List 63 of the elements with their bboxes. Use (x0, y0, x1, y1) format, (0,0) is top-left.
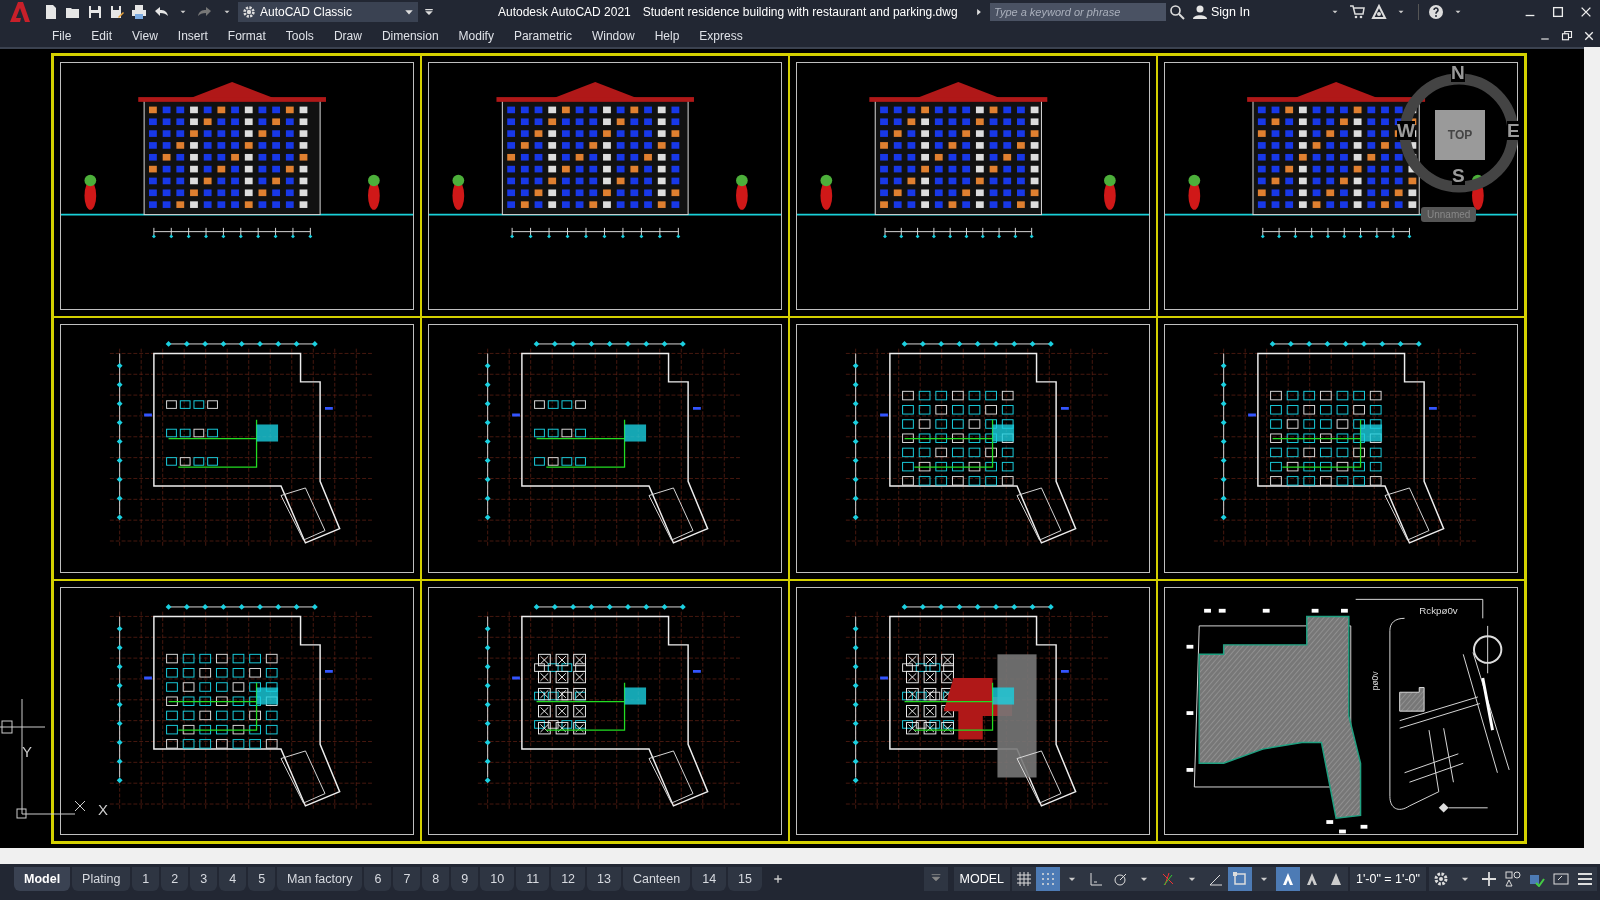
street-label: pø0v (1370, 671, 1381, 690)
horizontal-scrollbar[interactable] (0, 848, 1600, 864)
layout-tab[interactable]: Canteen (622, 866, 691, 892)
y-axis-label: Y (22, 742, 32, 762)
menu-item[interactable]: Edit (81, 26, 123, 45)
application-title: Autodesk AutoCAD 2021 (498, 4, 631, 21)
menu-item[interactable]: Insert (167, 26, 218, 45)
layout-tab[interactable]: 13 (587, 866, 621, 892)
menu-item[interactable]: Window (581, 26, 645, 45)
layout-tab[interactable]: 7 (393, 866, 421, 892)
layout-tab[interactable]: 11 (516, 866, 550, 892)
annotation-visibility-icon[interactable] (1275, 867, 1300, 891)
layout-tab[interactable]: 6 (364, 866, 392, 892)
compass-south-label[interactable]: S (1452, 166, 1465, 185)
layout-tab[interactable]: 10 (480, 866, 515, 892)
menu-item[interactable]: Dimension (371, 26, 449, 45)
gear-icon[interactable] (1429, 867, 1453, 891)
layout-tab[interactable]: 2 (161, 866, 189, 892)
compass-north-label[interactable]: N (1451, 63, 1465, 82)
layout-tab[interactable]: 5 (248, 866, 276, 892)
menu-item[interactable]: Modify (448, 26, 504, 45)
layout-tab[interactable]: 12 (551, 866, 586, 892)
layout-tab[interactable]: Plating (72, 866, 131, 892)
model-space-button[interactable]: MODEL (953, 867, 1010, 891)
search-field[interactable]: Type a keyword or phrase (990, 3, 1166, 21)
menu-icon[interactable] (1573, 867, 1597, 891)
layout-tab[interactable]: 4 (219, 866, 247, 892)
layout-tab[interactable]: 1 (132, 866, 160, 892)
layout-tab[interactable]: Model (14, 866, 71, 892)
layout-tab[interactable]: 14 (692, 866, 727, 892)
compass-west-label[interactable]: W (1397, 121, 1415, 140)
layout-tab[interactable]: 15 (728, 866, 762, 892)
menu-item[interactable]: File (42, 26, 82, 45)
annotation-scale-icon[interactable] (1323, 867, 1348, 891)
layout-tab[interactable]: Man factory (277, 866, 363, 892)
workspace-dropdown[interactable]: AutoCAD Classic (238, 2, 418, 22)
x-axis-label: X (98, 800, 108, 820)
layout-tab[interactable]: 8 (422, 866, 450, 892)
status-menu-icon[interactable] (923, 867, 948, 891)
caret-icon[interactable] (1059, 867, 1084, 891)
layout-tab[interactable]: 3 (190, 866, 218, 892)
auto-scale-icon[interactable] (1299, 867, 1324, 891)
grid-toggle-icon[interactable] (1011, 867, 1036, 891)
angle-toggle-icon[interactable] (1203, 867, 1228, 891)
menu-item[interactable]: Help (644, 26, 690, 45)
user-icon (1192, 4, 1208, 20)
caret-icon (404, 7, 414, 17)
object-snap-toggle-icon[interactable] (1227, 867, 1252, 891)
menu-item[interactable]: Format (217, 26, 276, 45)
snap-toggle-icon[interactable] (1035, 867, 1060, 891)
menu-item[interactable]: Draw (323, 26, 372, 45)
menu-item[interactable]: Parametric (503, 26, 582, 45)
menu-item[interactable]: Tools (275, 26, 324, 45)
menu-item[interactable]: View (122, 26, 168, 45)
document-title: Student residence building with restaurant and parking.dwg (642, 4, 958, 21)
street-label: Rckpø0v (1419, 604, 1458, 616)
compass-east-label[interactable]: E (1507, 121, 1520, 140)
sign-in-button[interactable]: Sign In (1188, 2, 1254, 22)
menu-item[interactable]: Express (689, 26, 753, 45)
annotation-scale-dropdown[interactable]: 1'-0" = 1'-0" (1349, 867, 1426, 891)
layout-tab[interactable]: 9 (451, 866, 479, 892)
gear-icon (242, 5, 256, 19)
vertical-scrollbar[interactable] (1584, 47, 1600, 848)
